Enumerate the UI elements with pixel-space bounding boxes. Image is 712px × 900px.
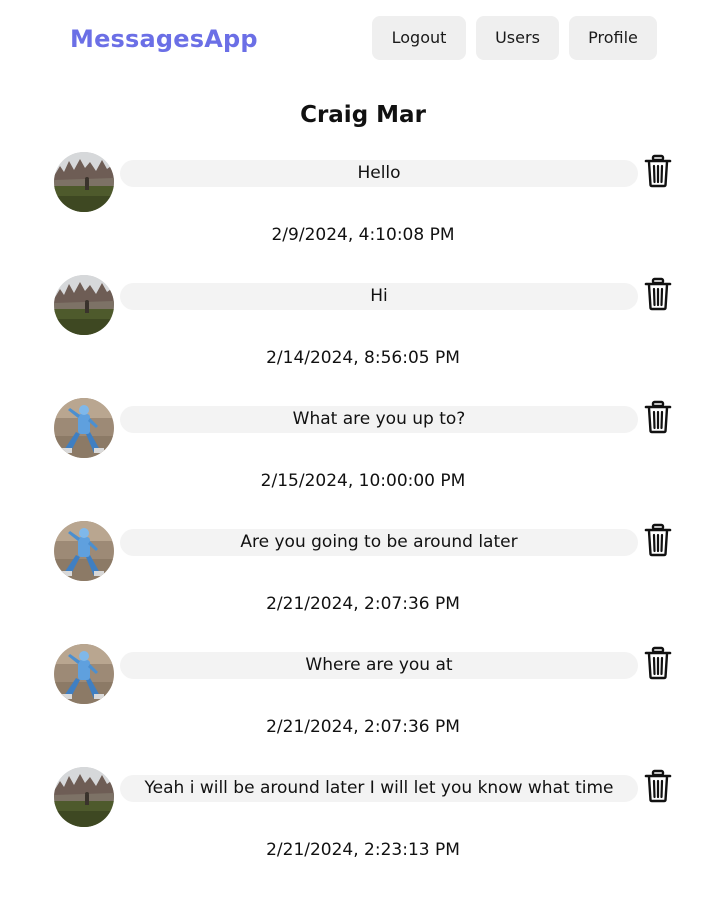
message-row: Are you going to be around later 2/21/20… bbox=[0, 521, 712, 621]
message-timestamp: 2/21/2024, 2:07:36 PM bbox=[266, 594, 460, 614]
logout-button[interactable]: Logout bbox=[372, 16, 466, 60]
message-timestamp: 2/21/2024, 2:23:13 PM bbox=[266, 840, 460, 860]
conversation-title: Craig Mar bbox=[300, 102, 426, 128]
message-row: Hi 2/14/2024, 8:56:05 PM bbox=[0, 275, 712, 375]
trash-icon[interactable] bbox=[643, 646, 673, 680]
message-timestamp: 2/9/2024, 4:10:08 PM bbox=[271, 225, 455, 245]
landscape-avatar bbox=[54, 152, 114, 212]
profile-button[interactable]: Profile bbox=[569, 16, 657, 60]
brand-logo[interactable]: MessagesApp bbox=[70, 24, 258, 54]
robot-avatar bbox=[54, 398, 114, 458]
message-text: Hi bbox=[120, 283, 638, 310]
message-timestamp: 2/15/2024, 10:00:00 PM bbox=[260, 471, 466, 491]
message-text: Hello bbox=[120, 160, 638, 187]
trash-icon[interactable] bbox=[643, 277, 673, 311]
message-row: Yeah i will be around later I will let y… bbox=[0, 767, 712, 867]
message-text: Yeah i will be around later I will let y… bbox=[120, 775, 638, 802]
message-timestamp: 2/21/2024, 2:07:36 PM bbox=[266, 717, 460, 737]
messages-page: MessagesApp Logout Users Profile Craig M… bbox=[0, 0, 712, 900]
trash-icon[interactable] bbox=[643, 400, 673, 434]
landscape-avatar bbox=[54, 767, 114, 827]
message-text: Where are you at bbox=[120, 652, 638, 679]
trash-icon[interactable] bbox=[643, 154, 673, 188]
message-timestamp: 2/14/2024, 8:56:05 PM bbox=[266, 348, 460, 368]
landscape-avatar bbox=[54, 275, 114, 335]
trash-icon[interactable] bbox=[643, 523, 673, 557]
message-text: What are you up to? bbox=[120, 406, 638, 433]
robot-avatar bbox=[54, 644, 114, 704]
users-button[interactable]: Users bbox=[476, 16, 559, 60]
navbar: MessagesApp Logout Users Profile bbox=[0, 0, 712, 76]
message-row: Hello 2/9/2024, 4:10:08 PM bbox=[0, 152, 712, 252]
robot-avatar bbox=[54, 521, 114, 581]
message-text: Are you going to be around later bbox=[120, 529, 638, 556]
message-row: Where are you at 2/21/2024, 2:07:36 PM bbox=[0, 644, 712, 744]
message-row: What are you up to? 2/15/2024, 10:00:00 … bbox=[0, 398, 712, 498]
trash-icon[interactable] bbox=[643, 769, 673, 803]
